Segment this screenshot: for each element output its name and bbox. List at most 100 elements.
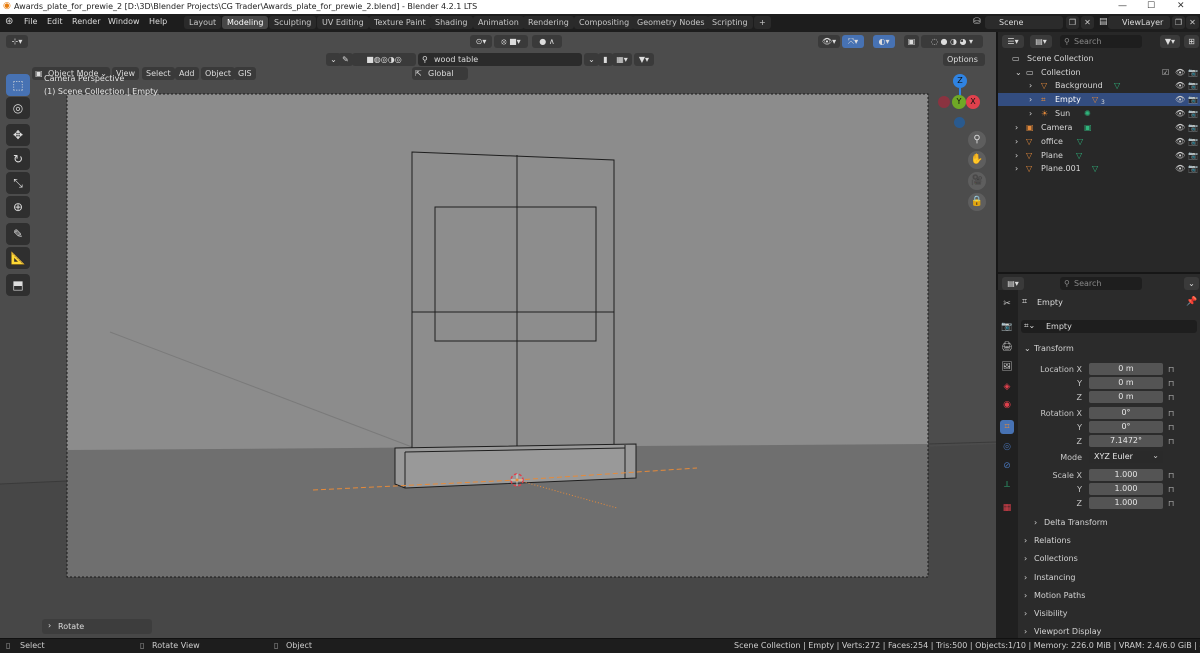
scene-selector[interactable]: Scene bbox=[985, 16, 1063, 29]
tab-rendering[interactable]: Rendering bbox=[523, 16, 574, 29]
lock-icon[interactable]: 🔒 bbox=[968, 193, 986, 211]
tab-geometry-nodes[interactable]: Geometry Nodes bbox=[632, 16, 710, 29]
camera-render-icon[interactable]: 📷 bbox=[1188, 107, 1198, 120]
tab-modeling[interactable]: Modeling bbox=[222, 16, 269, 29]
eye-icon[interactable]: 👁 bbox=[1175, 107, 1185, 120]
viewport-shading-icons[interactable]: ■◍◎◑◎ bbox=[352, 53, 416, 66]
checkbox-icon[interactable]: ☑ bbox=[1162, 66, 1169, 79]
view-layer-new-icon[interactable]: ❐ bbox=[1172, 16, 1185, 29]
camera-render-icon[interactable]: 📷 bbox=[1188, 135, 1198, 148]
eye-icon[interactable]: 👁 bbox=[1175, 66, 1185, 79]
navigation-gizmo[interactable]: Z Y X bbox=[932, 70, 992, 140]
add-cube-icon[interactable]: ⬒ bbox=[6, 274, 30, 296]
close-button[interactable]: ✕ bbox=[1177, 1, 1185, 11]
measure-icon[interactable]: 📐 bbox=[6, 247, 30, 269]
tab-layout[interactable]: Layout bbox=[184, 16, 222, 29]
rotate-icon[interactable]: ↻ bbox=[6, 148, 30, 170]
camera-render-icon[interactable]: 📷 bbox=[1188, 79, 1198, 92]
gizmo-x-axis[interactable]: X bbox=[966, 95, 980, 109]
material-icon[interactable]: ✎ bbox=[338, 53, 353, 66]
instancing-panel-header[interactable]: › Instancing bbox=[1022, 571, 1198, 585]
camera-render-icon[interactable]: 📷 bbox=[1188, 66, 1198, 79]
maximize-button[interactable]: ☐ bbox=[1147, 1, 1155, 11]
outliner-row-sun[interactable]: › ☀ Sun ✺ 👁 📷 bbox=[998, 107, 1200, 120]
snap-icon[interactable]: ⦻ ■▾ bbox=[494, 35, 528, 48]
shading-mode-icons[interactable]: ◌ ● ◑ ◕ ▾ bbox=[921, 35, 983, 48]
location-x-field[interactable]: 0 m bbox=[1089, 363, 1163, 375]
tab-shading[interactable]: Shading bbox=[430, 16, 473, 29]
tab-texture-paint[interactable]: Texture Paint bbox=[369, 16, 431, 29]
scene-new-icon[interactable]: ❐ bbox=[1066, 16, 1079, 29]
outliner-row-camera[interactable]: › ▣ Camera ▣ 👁 📷 bbox=[998, 121, 1200, 134]
move-icon[interactable]: ✥ bbox=[6, 124, 30, 146]
last-operator-panel[interactable]: › Rotate bbox=[42, 619, 152, 634]
outliner-row-background[interactable]: › ▽ Background ▽ 👁 📷 bbox=[998, 79, 1200, 92]
location-y-field[interactable]: 0 m bbox=[1089, 377, 1163, 389]
material-dropdown-icon[interactable]: ⌄ bbox=[584, 53, 599, 66]
menu-gis[interactable]: GIS bbox=[234, 67, 256, 80]
material-search-field[interactable]: ⚲ wood table bbox=[418, 53, 582, 66]
eye-icon[interactable]: 👁 bbox=[1175, 93, 1185, 106]
tab-sculpting[interactable]: Sculpting bbox=[269, 16, 317, 29]
eye-icon[interactable]: 👁 bbox=[1175, 135, 1185, 148]
rotation-z-field[interactable]: 7.1472° bbox=[1089, 435, 1163, 447]
lock-icon[interactable]: ⊓ ⊓ ⊓ bbox=[1168, 407, 1174, 449]
gizmo-neg-z-axis[interactable] bbox=[954, 117, 965, 128]
select-box-icon[interactable]: ⬚ bbox=[6, 74, 30, 96]
outliner-editor-type-icon[interactable]: ☰▾ bbox=[1002, 35, 1024, 48]
properties-search-field[interactable]: ⚲ Search bbox=[1060, 277, 1142, 290]
menu-select[interactable]: Select bbox=[142, 67, 175, 80]
tab-animation[interactable]: Animation bbox=[473, 16, 524, 29]
outliner-row-scene-collection[interactable]: ▭ Scene Collection bbox=[998, 52, 1200, 65]
proportional-edit-icon[interactable]: ● ∧ bbox=[532, 35, 562, 48]
minimize-button[interactable]: — bbox=[1118, 1, 1127, 11]
bookmark-icon[interactable]: ▮ bbox=[598, 53, 613, 66]
view-layer-icon[interactable]: ▤ bbox=[1099, 17, 1108, 27]
lock-icon[interactable]: ⊓ ⊓ ⊓ bbox=[1168, 469, 1174, 511]
menu-file[interactable]: File bbox=[24, 17, 37, 26]
motion-paths-panel-header[interactable]: › Motion Paths bbox=[1022, 589, 1198, 603]
editor-type-icon[interactable]: ⊹▾ bbox=[6, 35, 28, 48]
outliner-row-empty[interactable]: › ⌗ Empty ▽ 3 👁 📷 bbox=[998, 93, 1200, 106]
texture-icon[interactable]: ▦ bbox=[1000, 501, 1014, 515]
object-datablock-field[interactable]: ⌗⌄ Empty bbox=[1021, 320, 1197, 333]
outliner-search-field[interactable]: ⚲ Search bbox=[1060, 35, 1142, 48]
rotation-mode-select[interactable]: XYZ Euler ⌄ bbox=[1089, 451, 1163, 463]
eye-icon[interactable]: 👁 bbox=[1175, 121, 1185, 134]
overlay-toggle-icon[interactable]: ◐▾ bbox=[873, 35, 895, 48]
menu-window[interactable]: Window bbox=[108, 17, 140, 26]
scene-icon[interactable]: ◈ bbox=[1000, 380, 1014, 394]
options-button[interactable]: Options bbox=[943, 53, 985, 66]
eye-icon[interactable]: 👁 bbox=[1175, 149, 1185, 162]
scale-x-field[interactable]: 1.000 bbox=[1089, 469, 1163, 481]
view-layer-delete-icon[interactable]: ✕ bbox=[1186, 16, 1199, 29]
viewport-display-panel-header[interactable]: › Viewport Display bbox=[1022, 625, 1198, 637]
properties-editor-type-icon[interactable]: ▤▾ bbox=[1002, 277, 1024, 290]
physics-icon[interactable]: ◎ bbox=[1000, 440, 1014, 454]
scene-icon[interactable]: ⛁ bbox=[973, 17, 981, 27]
constraints-icon[interactable]: ⊘ bbox=[1000, 459, 1014, 473]
camera-render-icon[interactable]: 📷 bbox=[1188, 149, 1198, 162]
outliner-row-plane-001[interactable]: › ▽ Plane.001 ▽ 👁 📷 bbox=[998, 162, 1200, 175]
scale-z-field[interactable]: 1.000 bbox=[1089, 497, 1163, 509]
scale-y-field[interactable]: 1.000 bbox=[1089, 483, 1163, 495]
tab-scripting[interactable]: Scripting bbox=[707, 16, 753, 29]
camera-render-icon[interactable]: 📷 bbox=[1188, 121, 1198, 134]
camera-view-icon[interactable]: 🎥 bbox=[968, 172, 986, 190]
rotation-y-field[interactable]: 0° bbox=[1089, 421, 1163, 433]
orientation-selector[interactable]: ⇱ Global bbox=[412, 67, 468, 80]
blender-menu-icon[interactable]: ⊛ bbox=[5, 16, 13, 27]
location-z-field[interactable]: 0 m bbox=[1089, 391, 1163, 403]
delta-transform-header[interactable]: › Delta Transform bbox=[1032, 516, 1198, 530]
lock-icon[interactable]: ⊓ ⊓ ⊓ bbox=[1168, 363, 1174, 405]
camera-render-icon[interactable]: 📷 bbox=[1188, 93, 1198, 106]
output-icon[interactable]: 🖨 bbox=[1000, 340, 1014, 354]
pivot-point-icon[interactable]: ⊙▾ bbox=[470, 35, 492, 48]
data-icon[interactable]: ⟂ bbox=[1000, 478, 1014, 492]
cursor-icon[interactable]: ◎ bbox=[6, 97, 30, 119]
pan-hand-icon[interactable]: ✋ bbox=[968, 151, 986, 169]
eye-icon[interactable]: 👁 bbox=[1175, 162, 1185, 175]
outliner-row-office[interactable]: › ▽ office ▽ 👁 📷 bbox=[998, 135, 1200, 148]
visibility-icon[interactable]: 👁▾ bbox=[818, 35, 840, 48]
view-layer-icon[interactable]: 🖼 bbox=[1000, 360, 1014, 374]
